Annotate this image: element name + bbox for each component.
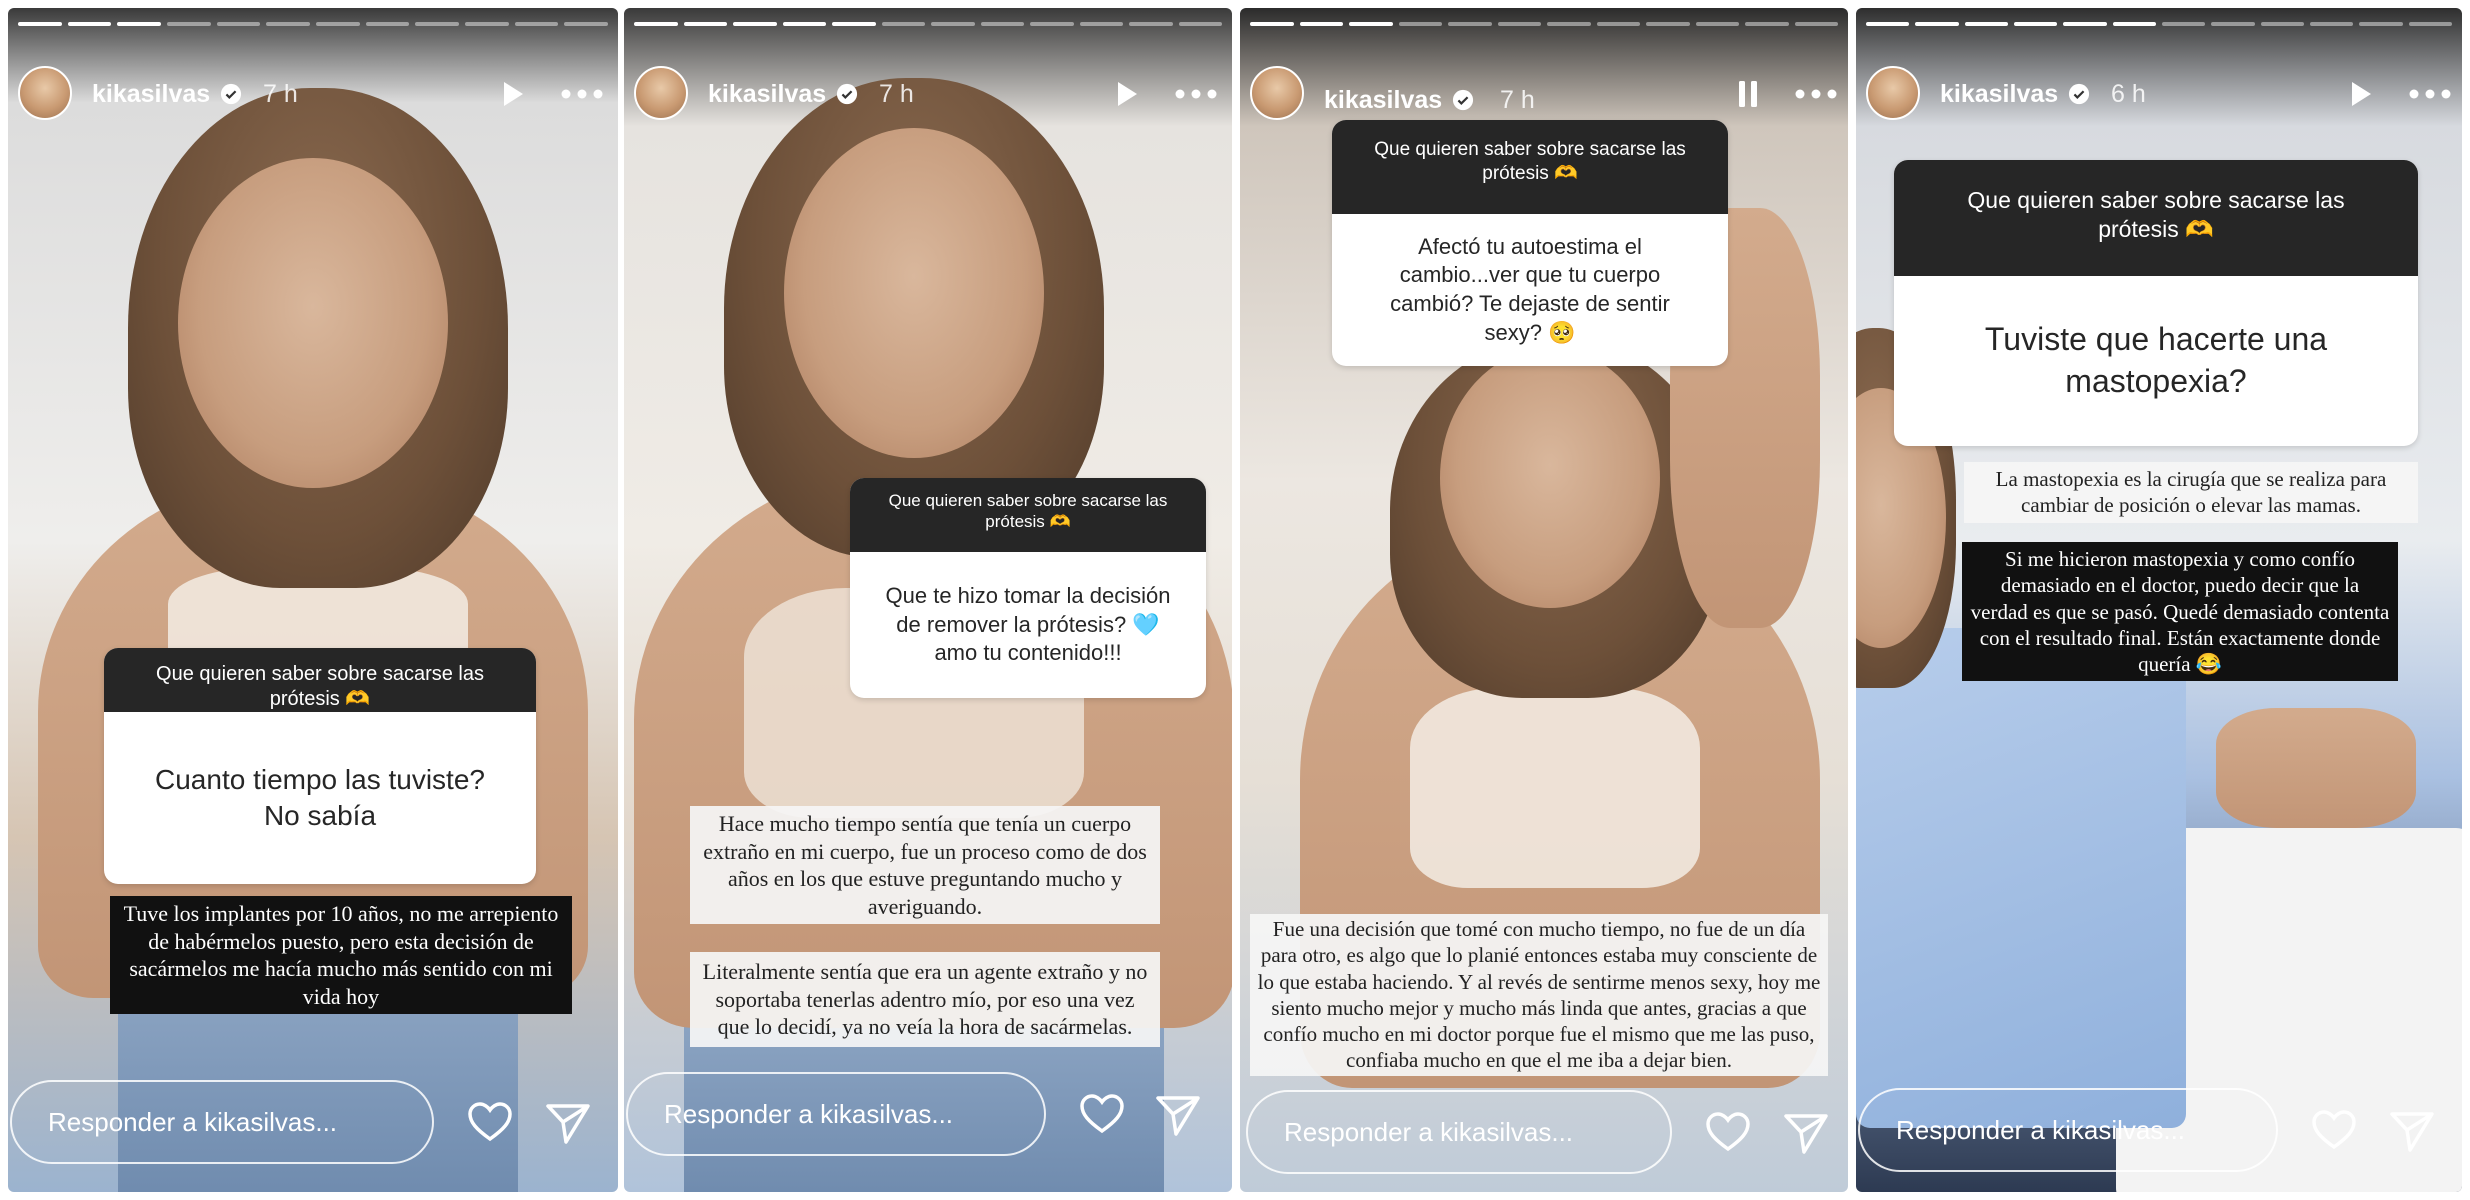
heart-icon[interactable] <box>466 1098 514 1146</box>
avatar[interactable] <box>18 66 72 120</box>
heart-icon[interactable] <box>1704 1108 1752 1156</box>
story-header: kikasilvas 7 h <box>18 66 608 122</box>
story-header: kikasilvas 7 h <box>1250 66 1838 122</box>
heart-icon[interactable] <box>2310 1106 2358 1154</box>
reply-input[interactable]: Responder a kikasilvas... <box>626 1072 1046 1156</box>
play-icon[interactable] <box>2344 78 2376 110</box>
question-text: Afectó tu autoestima el cambio...ver que… <box>1390 233 1670 345</box>
caption-text: Tuve los implantes por 10 años, no me ar… <box>110 896 572 1014</box>
avatar[interactable] <box>1866 66 1920 120</box>
reply-input[interactable]: Responder a kikasilvas... <box>10 1080 434 1164</box>
story-progress <box>1250 22 1838 26</box>
verified-badge-icon <box>2068 83 2090 105</box>
avatar[interactable] <box>634 66 688 120</box>
send-icon[interactable] <box>1782 1108 1830 1156</box>
avatar[interactable] <box>1250 66 1304 120</box>
story-photo <box>8 8 618 1192</box>
send-icon[interactable] <box>2388 1106 2436 1154</box>
story-panel-4[interactable]: kikasilvas 6 h Que quieren saber sobre s… <box>1856 8 2462 1192</box>
question-text: Tuviste que hacerte una mastopexia? <box>1984 321 2328 399</box>
question-text: Que te hizo tomar la decisión de remover… <box>885 583 1171 666</box>
question-text: Cuanto tiempo las tuviste? No sabía <box>155 763 485 831</box>
username[interactable]: kikasilvas <box>1324 86 1442 115</box>
reply-input[interactable]: Responder a kikasilvas... <box>1246 1090 1672 1174</box>
caption-text: Literalmente sentía que era un agente ex… <box>690 952 1160 1047</box>
story-panel-1[interactable]: kikasilvas 7 h Que quieren saber sobre s… <box>8 8 618 1192</box>
pause-icon[interactable] <box>1732 78 1764 110</box>
verified-badge-icon <box>220 83 242 105</box>
story-header: kikasilvas 6 h <box>1866 66 2452 122</box>
send-icon[interactable] <box>1154 1090 1202 1138</box>
post-time: 7 h <box>263 80 298 108</box>
caption-text: Si me hicieron mastopexia y como confío … <box>1962 542 2398 682</box>
question-header: Que quieren saber sobre sacarse las prót… <box>1332 120 1728 214</box>
story-panel-2[interactable]: kikasilvas 7 h Que quieren saber sobre s… <box>624 8 1232 1192</box>
post-time: 7 h <box>1500 86 1535 114</box>
verified-badge-icon <box>836 83 858 105</box>
caption-text: Fue una decisión que tomé con mucho tiem… <box>1250 914 1828 1076</box>
more-options-icon[interactable] <box>1172 78 1220 110</box>
story-header: kikasilvas 7 h <box>634 66 1222 122</box>
story-progress <box>18 22 609 26</box>
post-time: 6 h <box>2111 80 2146 108</box>
post-time: 7 h <box>879 80 914 108</box>
question-sticker[interactable]: Que quieren saber sobre sacarse las prót… <box>850 478 1206 698</box>
heart-icon[interactable] <box>1078 1090 1126 1138</box>
question-header: Que quieren saber sobre sacarse las prót… <box>1894 160 2418 276</box>
question-header: Que quieren saber sobre sacarse las prót… <box>104 648 536 712</box>
verified-badge-icon <box>1452 89 1474 111</box>
play-icon[interactable] <box>1110 78 1142 110</box>
reply-input[interactable]: Responder a kikasilvas... <box>1858 1088 2278 1172</box>
story-progress <box>634 22 1222 26</box>
more-options-icon[interactable] <box>1792 78 1840 110</box>
caption-text: Hace mucho tiempo sentía que tenía un cu… <box>690 806 1160 924</box>
story-progress <box>1866 22 2452 26</box>
more-options-icon[interactable] <box>2406 78 2454 110</box>
question-sticker[interactable]: Que quieren saber sobre sacarse las prót… <box>104 648 536 884</box>
question-sticker[interactable]: Que quieren saber sobre sacarse las prót… <box>1332 120 1728 366</box>
username[interactable]: kikasilvas <box>92 80 210 109</box>
story-panel-3[interactable]: kikasilvas 7 h Que quieren saber sobre s… <box>1240 8 1848 1192</box>
caption-text: La mastopexia es la cirugía que se reali… <box>1964 462 2418 523</box>
question-header: Que quieren saber sobre sacarse las prót… <box>850 478 1206 552</box>
more-options-icon[interactable] <box>558 78 606 110</box>
username[interactable]: kikasilvas <box>708 80 826 109</box>
question-sticker[interactable]: Que quieren saber sobre sacarse las prót… <box>1894 160 2418 446</box>
username[interactable]: kikasilvas <box>1940 80 2058 109</box>
play-icon[interactable] <box>496 78 528 110</box>
send-icon[interactable] <box>544 1098 592 1146</box>
